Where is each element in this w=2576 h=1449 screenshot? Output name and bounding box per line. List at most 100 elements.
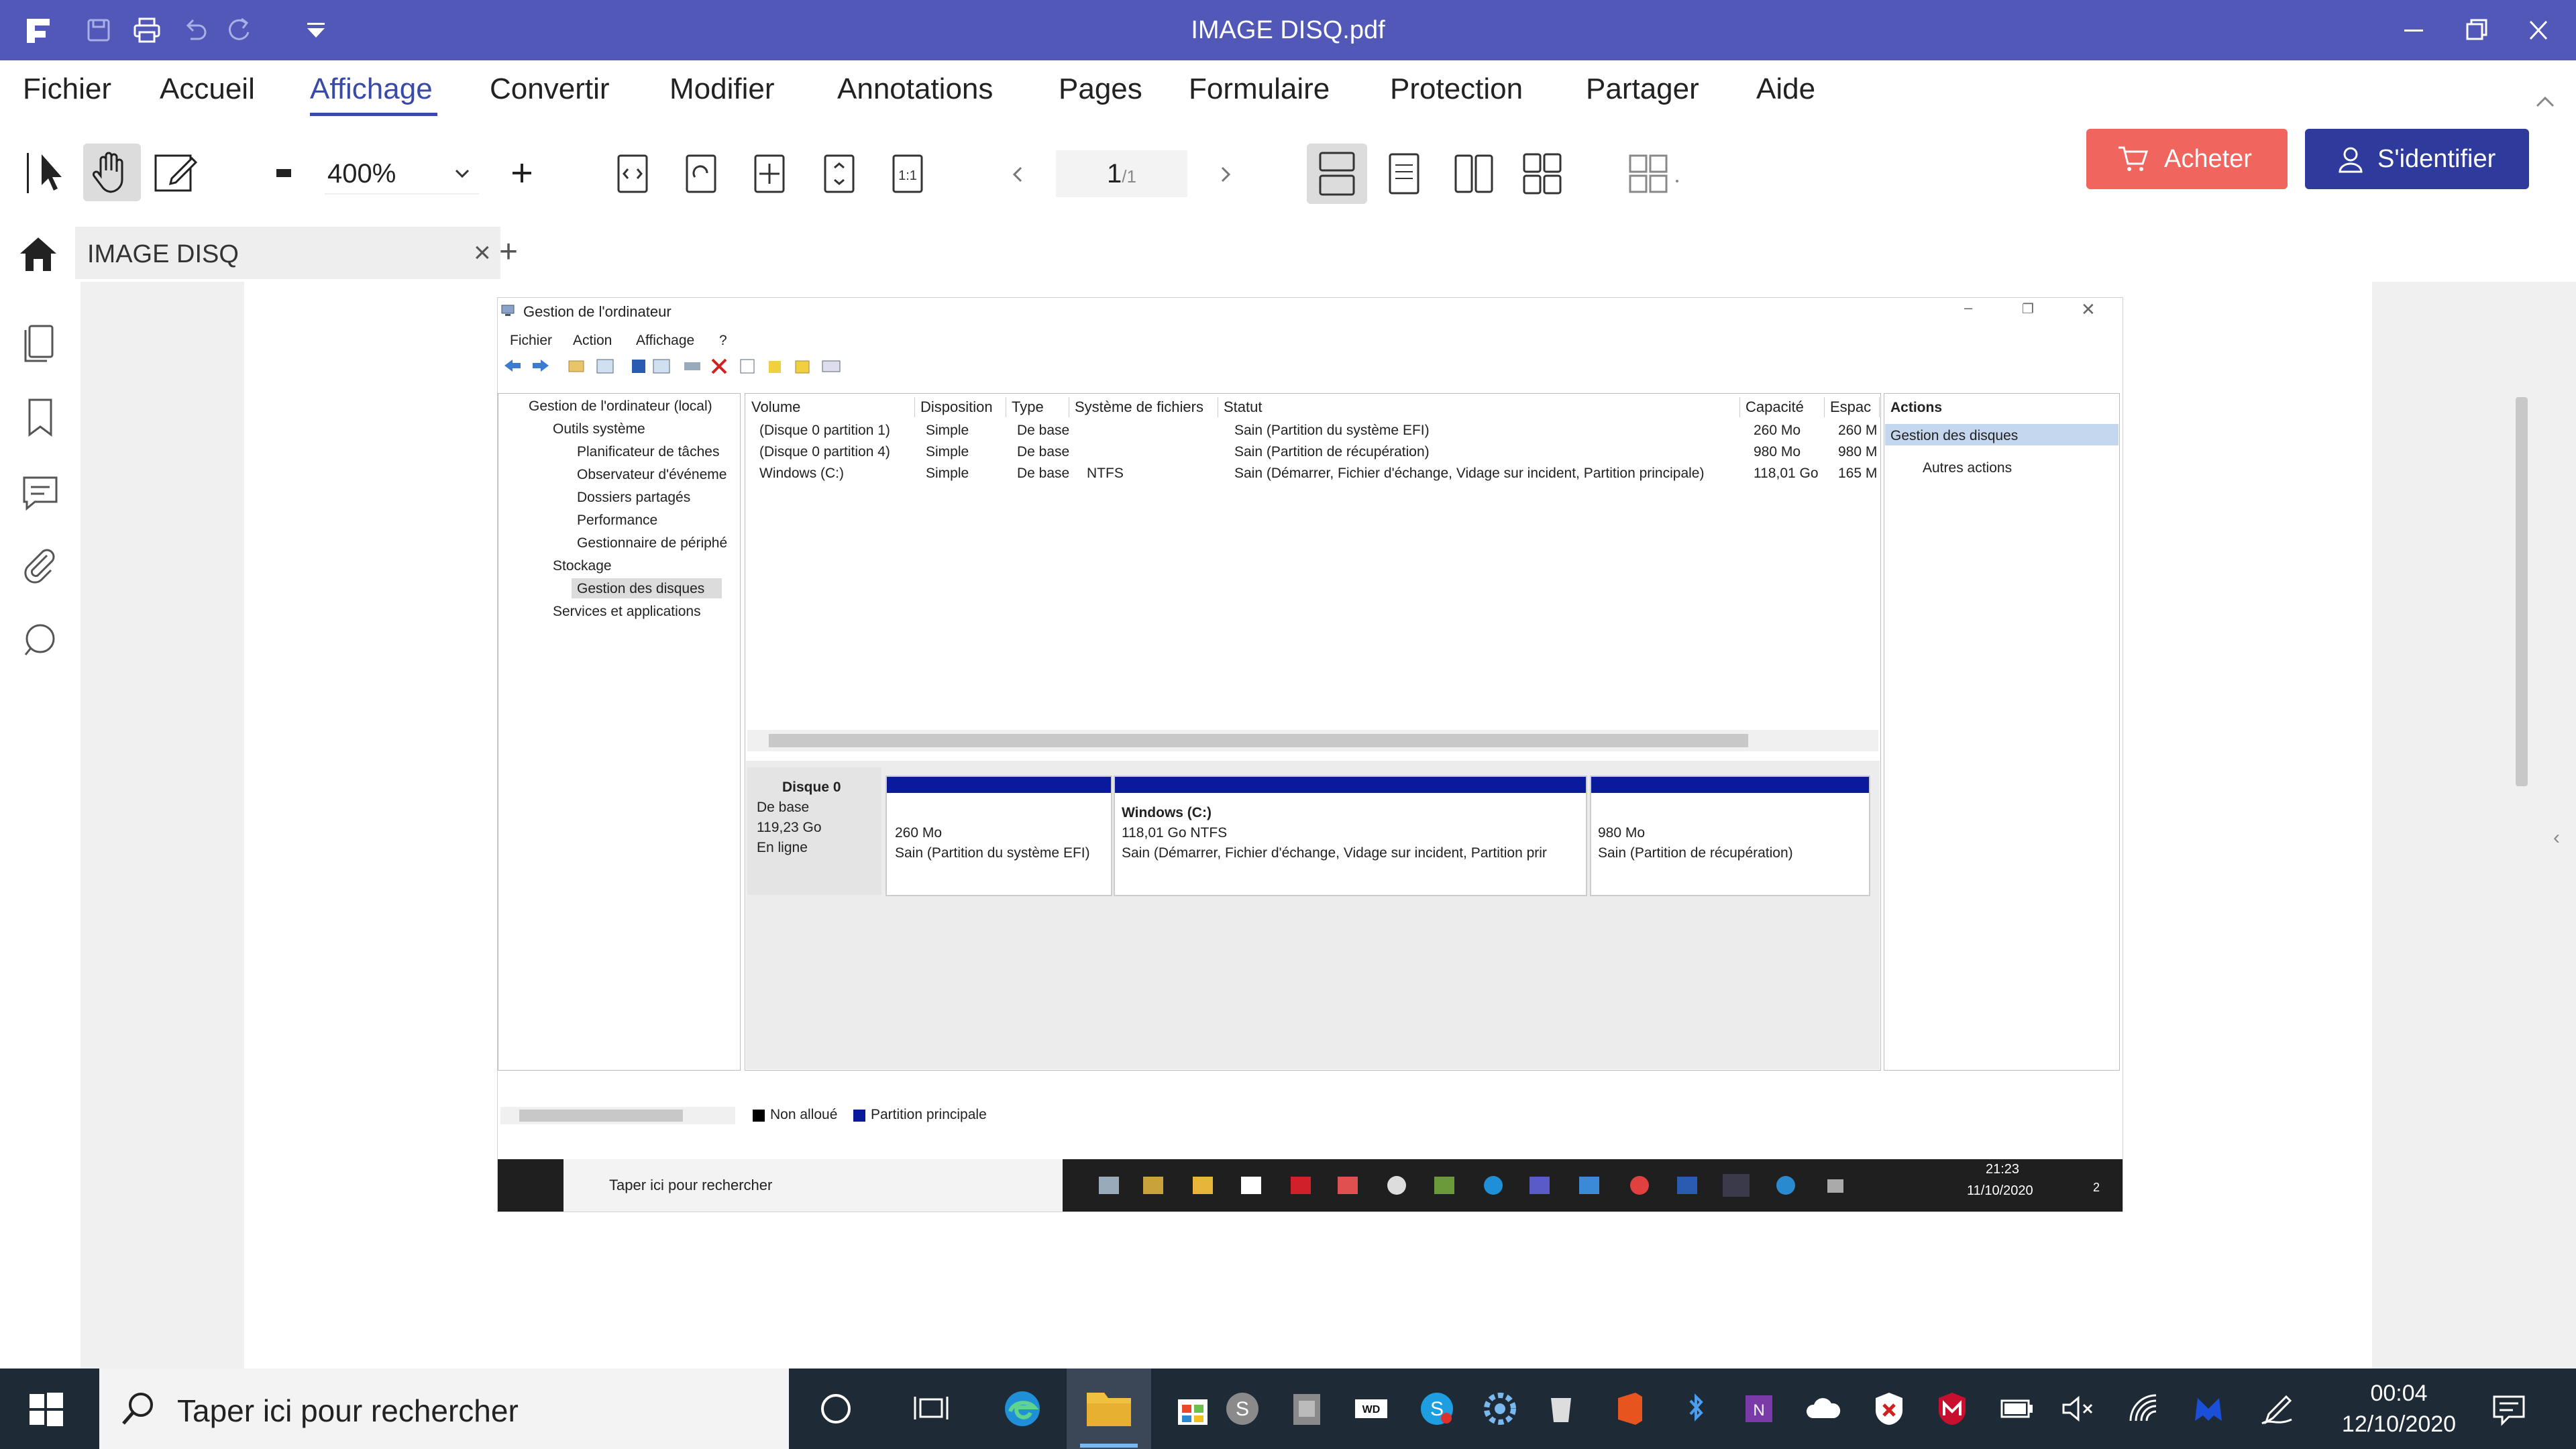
tab-label: IMAGE DISQ	[87, 240, 239, 268]
buy-button[interactable]: Acheter	[2086, 129, 2288, 189]
row1-volume: (Disque 0 partition 1)	[759, 423, 890, 438]
continuous-view-icon[interactable]	[1307, 144, 1367, 204]
onedrive-icon[interactable]	[1803, 1389, 1843, 1429]
menu-convertir[interactable]: Convertir	[490, 72, 610, 106]
home-icon[interactable]	[16, 232, 60, 275]
legend-primary-swatch	[853, 1110, 865, 1122]
new-tab-icon[interactable]: +	[499, 233, 518, 270]
minimize-button[interactable]	[2395, 13, 2432, 47]
edge-icon[interactable]	[1002, 1389, 1042, 1429]
tree-performance: Performance	[577, 513, 658, 528]
legend-unallocated-swatch	[753, 1110, 765, 1122]
comments-panel-icon[interactable]	[15, 467, 66, 518]
tree-gestionnaire: Gestionnaire de périphé	[577, 535, 728, 551]
legend-primary: Partition principale	[871, 1107, 987, 1122]
menu-affichage[interactable]: Affichage	[310, 72, 433, 106]
actual-size-icon[interactable]: 1:1	[884, 150, 931, 197]
menu-accueil[interactable]: Accueil	[160, 72, 255, 106]
vertical-scrollbar[interactable]	[2516, 397, 2528, 786]
next-page-icon[interactable]	[1212, 161, 1238, 188]
malwarebytes-icon[interactable]	[2188, 1389, 2229, 1429]
battery-icon[interactable]	[1996, 1389, 2037, 1429]
signin-button[interactable]: S'identifier	[2305, 129, 2529, 189]
mcafee-icon[interactable]	[1932, 1389, 1972, 1429]
rotate-icon[interactable]	[678, 150, 724, 197]
tree-planificateur: Planificateur de tâches	[577, 444, 720, 460]
app-white-icon[interactable]	[1542, 1389, 1582, 1429]
select-tool-icon[interactable]	[21, 146, 75, 200]
partition-windows-size: 118,01 Go NTFS	[1122, 825, 1228, 841]
zoom-select[interactable]: 400%	[325, 153, 479, 195]
restore-button[interactable]	[2458, 13, 2496, 47]
pages-panel-icon[interactable]	[15, 317, 66, 368]
menu-formulaire[interactable]: Formulaire	[1189, 72, 1330, 106]
close-tab-icon[interactable]: ×	[474, 236, 491, 270]
tab-image-disq[interactable]: IMAGE DISQ ×	[75, 227, 500, 279]
search-panel-icon[interactable]	[15, 614, 66, 665]
menu-aide[interactable]: Aide	[1756, 72, 1815, 106]
menu-modifier[interactable]: Modifier	[669, 72, 775, 106]
grid-view-icon[interactable]	[1625, 150, 1685, 197]
taskbar-clock[interactable]: 00:04 12/10/2020	[2325, 1378, 2473, 1440]
file-explorer-active[interactable]	[1067, 1368, 1151, 1449]
prev-page-icon[interactable]	[1005, 161, 1032, 188]
fit-height-icon[interactable]	[816, 150, 863, 197]
bookmark-panel-icon[interactable]	[15, 392, 66, 443]
actions-other: Autres actions	[1923, 460, 2012, 476]
row3-fs: NTFS	[1087, 466, 1124, 481]
svg-text:S: S	[1236, 1398, 1249, 1420]
office-icon[interactable]	[1610, 1389, 1650, 1429]
actions-selected: Gestion des disques	[1890, 428, 2019, 443]
tree-gestion-disques: Gestion des disques	[577, 581, 705, 596]
single-page-icon[interactable]	[1381, 150, 1428, 197]
zoom-out-icon[interactable]	[271, 162, 298, 182]
close-window-button[interactable]	[2520, 13, 2557, 47]
security-shield-icon[interactable]	[1869, 1389, 1909, 1429]
zoom-in-icon[interactable]	[508, 160, 535, 186]
windows-start-icon[interactable]	[28, 1391, 64, 1428]
menu-pages[interactable]: Pages	[1059, 72, 1142, 106]
svg-text:N: N	[1753, 1401, 1764, 1419]
hand-tool-icon[interactable]	[83, 144, 141, 201]
embedded-menu-affichage: Affichage	[636, 333, 695, 348]
embedded-toolbar	[502, 356, 841, 376]
collapse-ribbon-icon[interactable]	[2532, 91, 2559, 111]
volume-muted-icon[interactable]	[2058, 1389, 2098, 1429]
attachment-panel-icon[interactable]	[15, 541, 66, 592]
col-volume: Volume	[746, 397, 915, 417]
right-panel-toggle[interactable]: ‹	[2553, 826, 2560, 849]
cart-icon	[2116, 144, 2149, 174]
menu-annotations[interactable]: Annotations	[837, 72, 993, 106]
bluetooth-icon[interactable]	[1676, 1389, 1716, 1429]
skype-icon[interactable]: S	[1417, 1389, 1457, 1429]
col-capacite: Capacité	[1740, 397, 1825, 417]
taskbar-search-box[interactable]: Taper ici pour rechercher	[99, 1368, 789, 1449]
menu-partager[interactable]: Partager	[1586, 72, 1699, 106]
row2-disposition: Simple	[926, 444, 969, 460]
cortana-icon[interactable]	[816, 1389, 856, 1429]
app-s-icon[interactable]: S	[1222, 1389, 1263, 1429]
fit-width-icon[interactable]	[609, 150, 656, 197]
menu-fichier[interactable]: Fichier	[23, 72, 111, 106]
store-icon[interactable]	[1173, 1389, 1213, 1429]
notification-center-icon[interactable]	[2489, 1389, 2529, 1429]
row3-volume: Windows (C:)	[759, 466, 845, 481]
task-view-icon[interactable]	[911, 1389, 951, 1429]
page-number-input[interactable]: 1/1	[1056, 150, 1187, 197]
col-espace: Espac	[1825, 397, 1880, 417]
partition-recovery-size: 980 Mo	[1598, 825, 1646, 841]
pen-workspace-icon[interactable]	[2257, 1389, 2297, 1429]
two-page-icon[interactable]	[1450, 150, 1497, 197]
fit-page-icon[interactable]	[746, 150, 793, 197]
onenote-icon[interactable]: N	[1740, 1389, 1780, 1429]
partition-efi-size: 260 Mo	[895, 825, 943, 841]
edit-tool-icon[interactable]	[149, 146, 203, 200]
app-doc-icon[interactable]	[1287, 1389, 1327, 1429]
tree-root: Gestion de l'ordinateur (local)	[529, 398, 712, 414]
wd-icon[interactable]: WD	[1351, 1389, 1391, 1429]
two-page-continuous-icon[interactable]	[1519, 150, 1566, 197]
settings-gear-icon[interactable]	[1480, 1389, 1520, 1429]
menu-protection[interactable]: Protection	[1390, 72, 1523, 106]
wifi-icon[interactable]	[2124, 1389, 2164, 1429]
tree-services: Services et applications	[553, 604, 701, 619]
